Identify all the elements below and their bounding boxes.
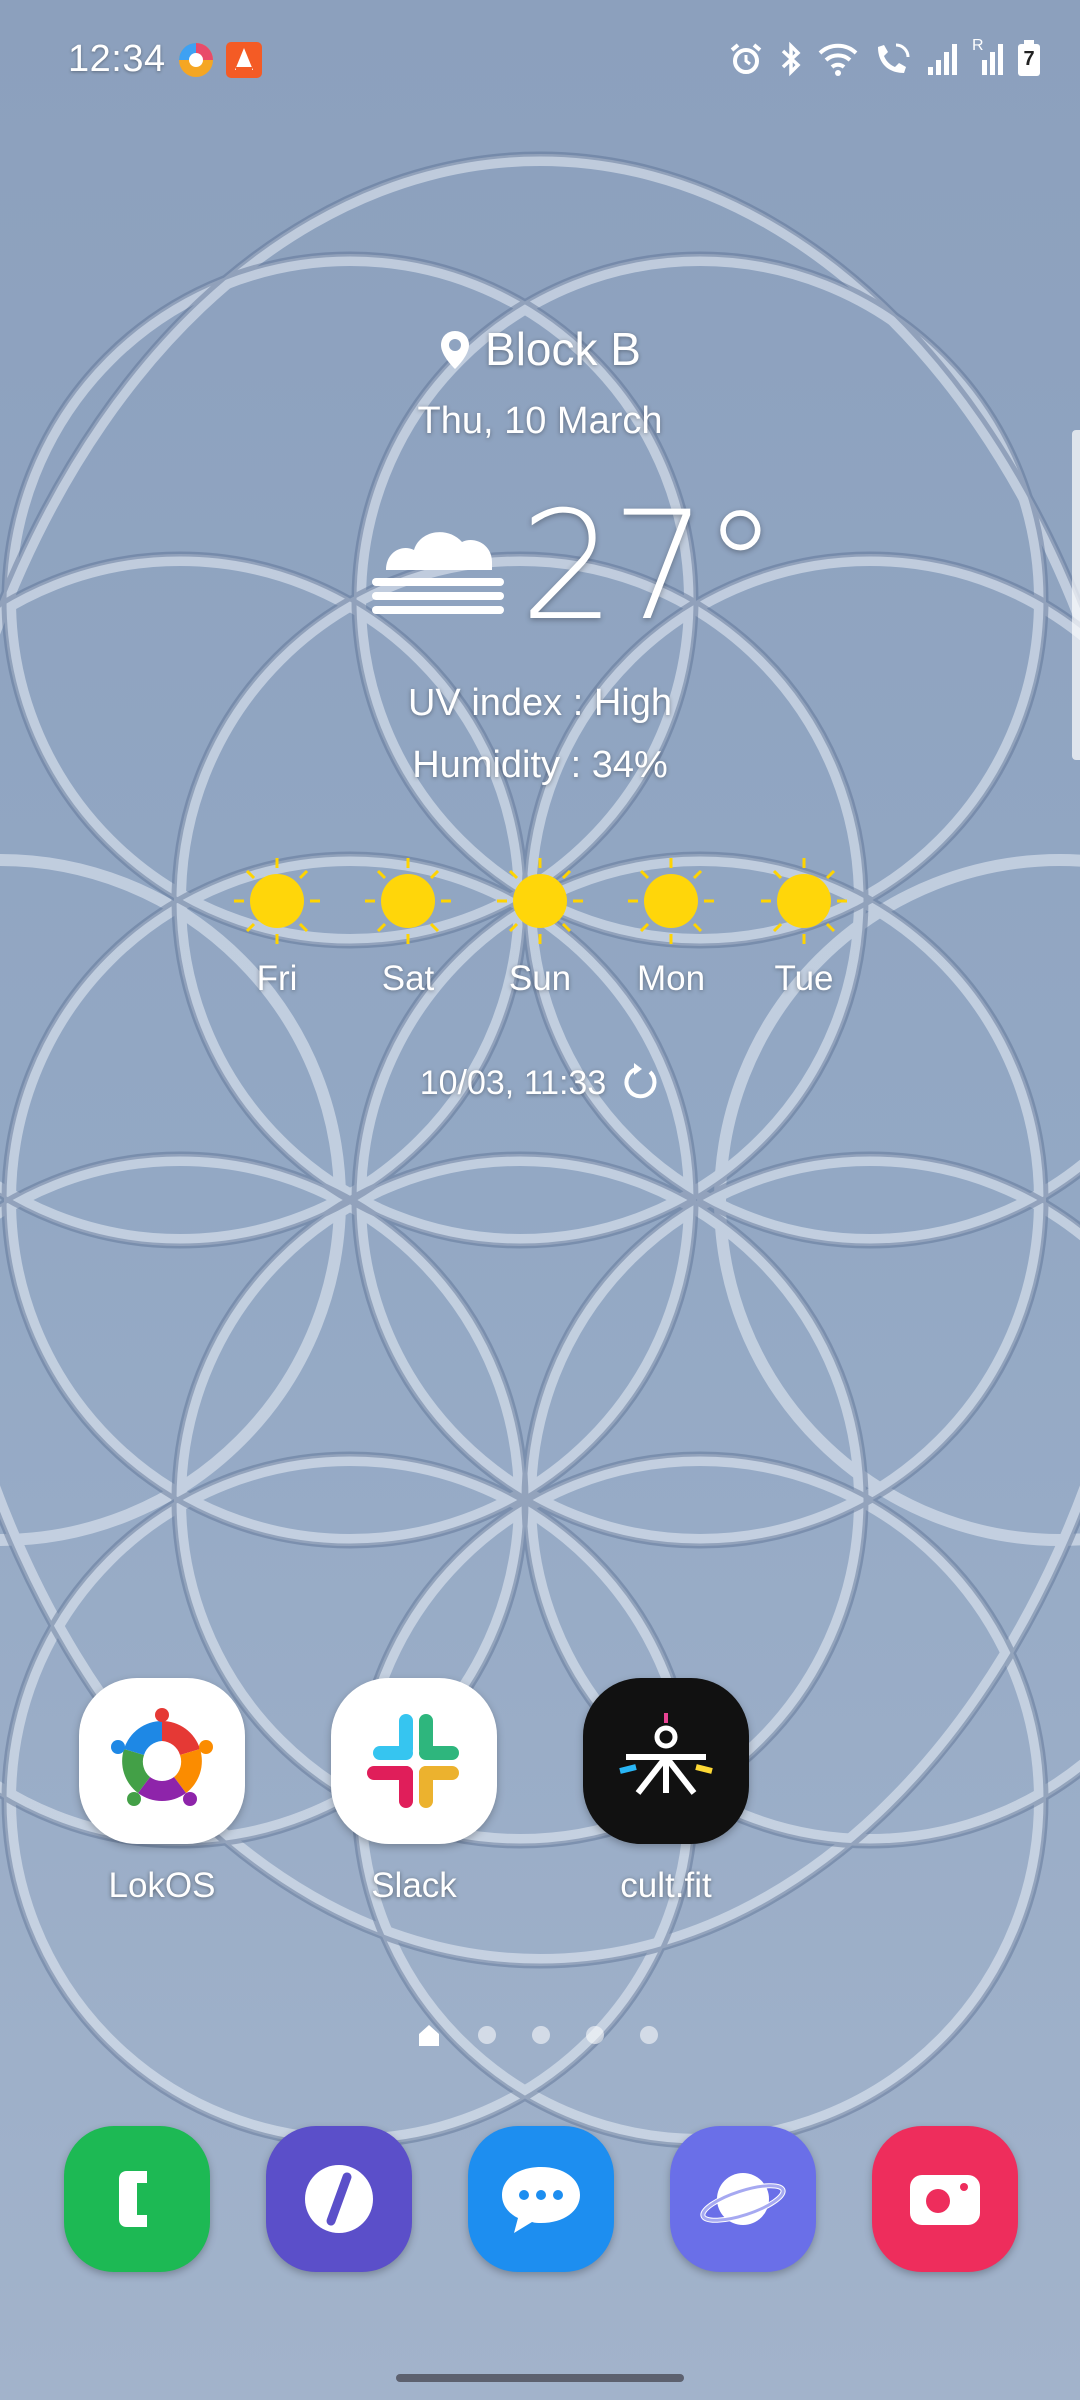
camera-icon <box>910 2175 980 2225</box>
app-lokos[interactable]: LokOS <box>62 1678 262 1906</box>
alarm-icon <box>730 43 762 74</box>
sun-icon <box>365 858 451 944</box>
sun-icon <box>234 858 320 944</box>
haze-cloud-icon <box>368 508 508 618</box>
edge-panel-handle[interactable] <box>1072 430 1080 760</box>
app-label: cult.fit <box>620 1866 712 1905</box>
dock-camera[interactable] <box>872 2126 1018 2272</box>
dock-phone[interactable] <box>64 2126 210 2272</box>
page-dot[interactable] <box>640 2026 658 2044</box>
forecast-day: Sun <box>485 856 595 999</box>
battery-level: 7 <box>1023 48 1035 70</box>
sun-icon <box>497 858 583 944</box>
weather-updated: 10/03, 11:33 <box>0 1062 1080 1103</box>
location-name: Block B <box>485 323 641 375</box>
app-cult-fit[interactable]: cult.fit <box>566 1678 766 1906</box>
sun-icon <box>761 858 847 944</box>
forecast-day-label: Tue <box>774 959 834 998</box>
forecast-day-label: Sun <box>508 959 572 998</box>
home-page-icon <box>419 2025 439 2046</box>
wifi-icon <box>818 43 858 76</box>
temperature: 27° <box>520 480 778 654</box>
browser-icon <box>179 43 213 77</box>
page-indicator[interactable] <box>416 2020 676 2050</box>
forecast-day: Sat <box>353 856 463 999</box>
battery-icon: 7 <box>1018 40 1040 78</box>
app-slack[interactable]: Slack <box>314 1678 514 1906</box>
cult-fit-icon <box>583 1678 749 1844</box>
page-dot[interactable] <box>586 2026 604 2044</box>
refresh-icon[interactable] <box>620 1062 660 1102</box>
wifi-calling-icon <box>878 43 910 73</box>
dock-slash-app[interactable] <box>266 2126 412 2272</box>
forecast-day: Tue <box>749 856 859 999</box>
lokos-icon <box>79 1678 245 1844</box>
signal-icon <box>928 44 957 75</box>
uv-index: UV index : High <box>407 682 672 724</box>
page-dot[interactable] <box>532 2026 550 2044</box>
gesture-bar[interactable] <box>396 2374 684 2382</box>
page-dot[interactable] <box>478 2026 496 2044</box>
humidity: Humidity : 34% <box>412 744 668 786</box>
weather-date: Thu, 10 March <box>417 400 663 442</box>
status-bar[interactable]: 12:34 R 7 <box>0 0 1080 120</box>
location-pin-icon <box>441 331 470 369</box>
forecast-day-label: Sat <box>381 959 435 998</box>
messages-icon <box>502 2167 580 2233</box>
updated-time: 10/03, 11:33 <box>419 1064 607 1102</box>
forecast-day: Mon <box>616 856 726 999</box>
slash-icon <box>305 2165 373 2233</box>
roaming-signal-icon: R <box>972 37 1004 77</box>
phone-icon <box>119 2171 147 2227</box>
planet-icon <box>700 2173 786 2225</box>
bluetooth-icon <box>781 41 801 77</box>
forecast-day-label: Mon <box>636 959 706 998</box>
status-clock: 12:34 <box>68 38 166 80</box>
weather-location[interactable]: Block B <box>0 322 1080 376</box>
app-label: Slack <box>371 1866 457 1905</box>
forecast-day: Fri <box>222 856 332 999</box>
notification-icons <box>176 40 264 80</box>
system-icons: R 7 <box>728 37 1040 78</box>
dock <box>0 2126 1080 2276</box>
sun-icon <box>628 858 714 944</box>
app-label: LokOS <box>108 1866 216 1905</box>
vlc-icon <box>226 42 262 78</box>
forecast-day-label: Fri <box>256 959 298 998</box>
slack-icon <box>331 1678 497 1844</box>
forecast-row[interactable]: Fri Sat Sun Mon Tue <box>0 856 1080 1006</box>
dock-messages[interactable] <box>468 2126 614 2272</box>
dock-internet[interactable] <box>670 2126 816 2272</box>
